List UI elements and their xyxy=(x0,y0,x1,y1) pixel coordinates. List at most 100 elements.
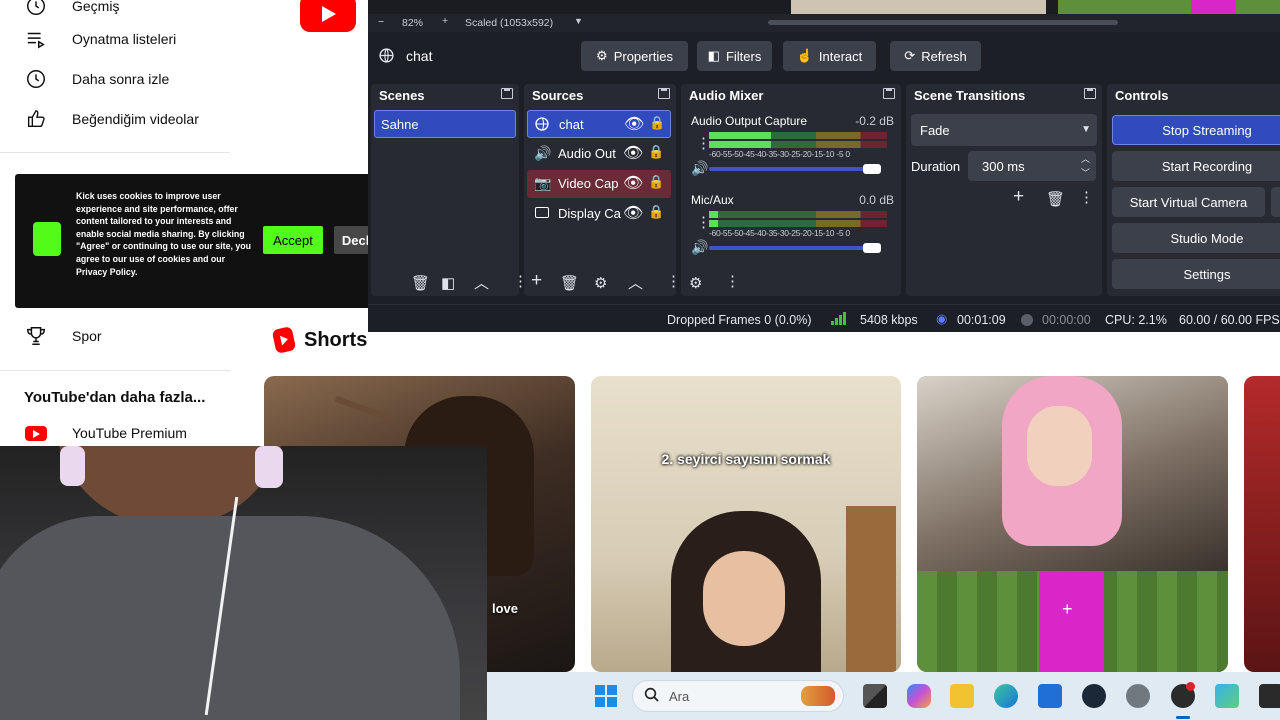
volume-meter xyxy=(709,211,887,218)
settings-button[interactable]: Settings xyxy=(1112,259,1280,289)
lock-icon[interactable]: 🔒 xyxy=(649,115,665,131)
undock-icon[interactable] xyxy=(501,88,513,99)
start-virtual-camera-button[interactable]: Start Virtual Camera xyxy=(1112,187,1265,217)
file-explorer-icon[interactable] xyxy=(950,684,974,708)
undock-icon[interactable] xyxy=(883,88,895,99)
speaker-icon[interactable]: 🔊 xyxy=(691,160,708,177)
stop-streaming-button[interactable]: Stop Streaming xyxy=(1112,115,1280,145)
playlist-icon xyxy=(24,27,48,51)
preview-scrollbar[interactable] xyxy=(768,20,1118,25)
pointer-icon: ☝ xyxy=(796,48,813,63)
steam-icon[interactable] xyxy=(1082,684,1106,708)
advanced-audio-icon[interactable]: ⚙ xyxy=(689,274,702,292)
selected-source-name: chat xyxy=(406,48,433,64)
volume-slider[interactable] xyxy=(709,164,881,174)
source-item[interactable]: chat 👁 🔒 xyxy=(527,110,671,138)
store-icon[interactable] xyxy=(1038,684,1062,708)
zoom-level: 82% xyxy=(402,17,424,29)
filters-button[interactable]: ◧ Filters xyxy=(697,41,772,71)
accept-button[interactable]: Accept xyxy=(263,226,323,254)
source-item[interactable]: Display Ca 👁 🔒 xyxy=(527,200,671,228)
lock-icon[interactable]: 🔒 xyxy=(648,174,664,190)
scene-item[interactable]: Sahne xyxy=(374,110,516,138)
remove-source-icon[interactable]: 🗑 xyxy=(560,274,579,292)
dock-title: Controls xyxy=(1115,87,1169,103)
volume-slider[interactable] xyxy=(709,243,881,253)
slider-knob[interactable] xyxy=(863,243,881,253)
eye-icon[interactable]: 👁 xyxy=(623,203,643,223)
remove-transition-icon[interactable]: 🗑 xyxy=(1046,190,1065,208)
sidebar-item-watch-later[interactable]: Daha sonra izle xyxy=(0,59,368,99)
audio-mixer-dock: Audio Mixer Audio Output Capture -0.2 dB… xyxy=(681,84,901,296)
shorts-title: Shorts xyxy=(304,328,368,351)
notification-dot xyxy=(1186,682,1195,691)
gear-icon[interactable]: ⚙ xyxy=(594,274,607,292)
undock-icon[interactable] xyxy=(1084,88,1096,99)
studio-mode-button[interactable]: Studio Mode xyxy=(1112,223,1280,253)
meter-fill xyxy=(709,141,772,148)
ceiling-fan xyxy=(334,395,394,423)
copilot-icon[interactable] xyxy=(907,684,931,708)
scene-filters-icon[interactable]: ◧ xyxy=(441,274,455,292)
sidebar-item-liked-videos[interactable]: Beğendiğim videolar xyxy=(0,99,368,139)
paint-icon[interactable] xyxy=(1215,684,1239,708)
edge-icon[interactable] xyxy=(994,684,1018,708)
transition-select[interactable]: Fade ▼ xyxy=(911,114,1097,146)
short-card[interactable]: 2. seyirci sayısını sormak xyxy=(591,376,901,672)
eye-icon[interactable]: 👁 xyxy=(623,173,643,193)
undock-icon[interactable] xyxy=(658,88,670,99)
properties-button[interactable]: ⚙ Properties xyxy=(581,41,688,71)
record-time: 00:00:00 xyxy=(1042,313,1091,327)
task-view-icon[interactable] xyxy=(863,684,887,708)
eye-icon[interactable]: 👁 xyxy=(623,143,643,163)
cookie-text: Kick uses cookies to improve user experi… xyxy=(76,191,252,277)
scene-transitions-dock: Scene Transitions Fade ▼ Duration 300 ms… xyxy=(906,84,1102,296)
move-up-icon[interactable]: ︿ xyxy=(628,272,643,293)
sidebar-item-label: Geçmiş xyxy=(72,0,120,14)
more-icon[interactable]: ⋮ xyxy=(1079,188,1094,206)
remove-scene-icon[interactable]: 🗑 xyxy=(411,274,430,292)
eye-icon[interactable]: 👁 xyxy=(624,114,644,134)
lock-icon[interactable]: 🔒 xyxy=(648,204,664,220)
taskbar-search[interactable]: Ara xyxy=(632,680,844,712)
move-up-icon[interactable]: ︿ xyxy=(474,272,489,293)
virtual-camera-settings-button[interactable] xyxy=(1271,187,1280,217)
refresh-button[interactable]: ⟳ Refresh xyxy=(890,41,981,71)
start-recording-button[interactable]: Start Recording xyxy=(1112,151,1280,181)
speaker-icon[interactable]: 🔊 xyxy=(691,239,708,256)
source-label: Video Cap xyxy=(558,176,619,191)
zoom-in-button[interactable]: + xyxy=(442,15,448,27)
more-icon[interactable]: ⋮ xyxy=(666,272,681,290)
meter-ticks: -60-55-50-45-40-35-30-25-20-15-10 -5 0 xyxy=(709,228,850,238)
source-item[interactable]: 📷 Video Cap 👁 🔒 xyxy=(527,170,671,198)
duration-input[interactable]: 300 ms ︿ ﹀ xyxy=(968,151,1096,181)
settings-gear-icon[interactable] xyxy=(1126,684,1150,708)
zoom-out-button[interactable]: − xyxy=(378,16,384,28)
short-card[interactable]: + xyxy=(917,376,1228,672)
add-source-icon[interactable]: + xyxy=(531,270,542,292)
add-transition-icon[interactable]: + xyxy=(1013,186,1024,208)
dropped-frames: Dropped Frames 0 (0.0%) xyxy=(667,313,812,327)
stepper-up-icon[interactable]: ︿ xyxy=(1081,152,1090,165)
meter-fill xyxy=(709,220,718,227)
stream-time: 00:01:09 xyxy=(957,313,1006,327)
active-app-indicator xyxy=(1176,716,1190,719)
trophy-icon xyxy=(24,324,48,348)
short-card[interactable] xyxy=(1244,376,1280,672)
meter-fill xyxy=(709,211,718,218)
button-label: Interact xyxy=(818,48,863,64)
meter-fill xyxy=(709,132,772,139)
preview-thumbnail xyxy=(791,0,1046,14)
source-item[interactable]: 🔊 Audio Out 👁 🔒 xyxy=(527,140,671,168)
interact-button[interactable]: ☝ Interact xyxy=(783,41,876,71)
lock-icon[interactable]: 🔒 xyxy=(648,144,664,160)
scale-dropdown-icon[interactable]: ▼ xyxy=(574,16,583,26)
short-caption: love xyxy=(492,601,519,616)
more-icon[interactable]: ⋮ xyxy=(725,272,740,290)
gear-icon: ⚙ xyxy=(596,48,608,63)
face xyxy=(55,446,285,526)
app-icon[interactable] xyxy=(1259,684,1280,708)
stepper-down-icon[interactable]: ﹀ xyxy=(1081,166,1090,179)
slider-knob[interactable] xyxy=(863,164,881,174)
windows-start-icon[interactable] xyxy=(595,685,617,707)
